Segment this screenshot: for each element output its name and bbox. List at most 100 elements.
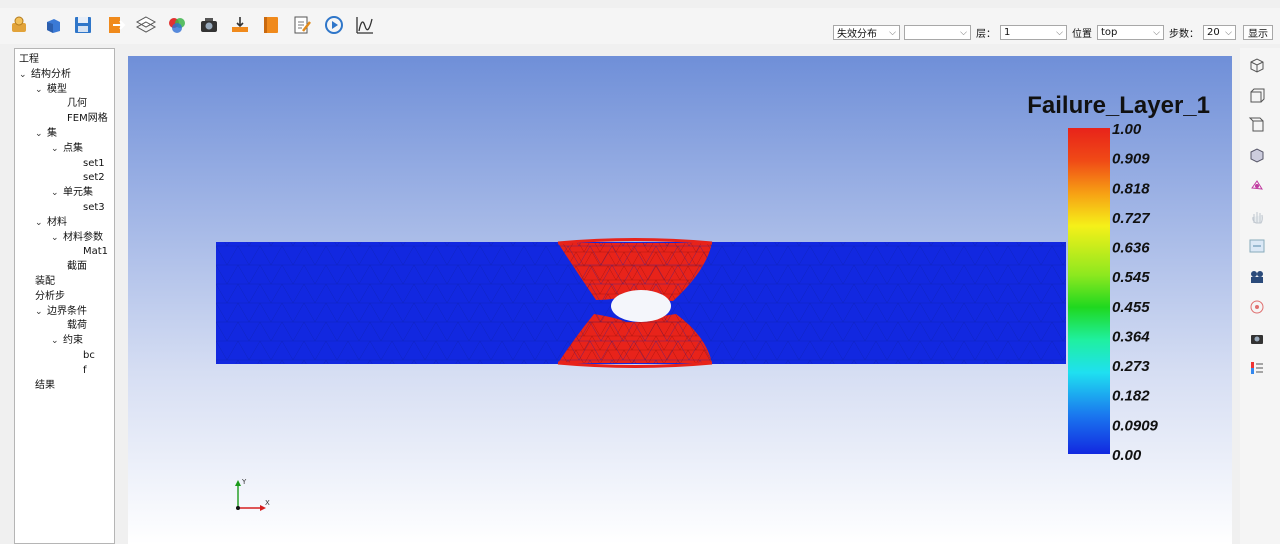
main-toolbar: 失效分布 ⌵ ⌵ 层： 1 ⌵ 位置 top ⌵ 步数： 20 ⌵ 显示 bbox=[0, 8, 1280, 44]
tree-item-label: 几何 bbox=[67, 98, 87, 110]
chevron-down-icon: ⌵ bbox=[889, 27, 896, 38]
tree-item[interactable]: set1 bbox=[83, 157, 105, 171]
tree-item[interactable]: bc bbox=[83, 349, 95, 363]
chevron-down-icon: ⌵ bbox=[960, 27, 967, 38]
tree-item[interactable]: set2 bbox=[83, 171, 105, 185]
tree-item-label: 模型 bbox=[47, 83, 67, 95]
cube-icon[interactable] bbox=[41, 13, 65, 37]
legend-tick-label: 0.273 bbox=[1112, 358, 1150, 375]
legend-ticks: 1.00 0.909 0.818 0.727 0.636 0.545 0.455 0.364 0… bbox=[1112, 121, 1159, 464]
view-iso-icon[interactable] bbox=[1246, 54, 1268, 76]
tree-item-label: 截面 bbox=[67, 261, 87, 273]
tree-item[interactable]: ⌄ 结构分析 bbox=[19, 68, 71, 82]
tree-item-label: 边界条件 bbox=[47, 305, 87, 317]
view-front-icon[interactable] bbox=[1246, 85, 1268, 107]
step-label: 步数： bbox=[1169, 29, 1199, 40]
rotate-icon[interactable] bbox=[1246, 174, 1268, 196]
tree-item[interactable]: ⌄ 材料参数 bbox=[51, 231, 103, 245]
tree-item[interactable]: ⌄ 单元集 bbox=[51, 186, 93, 200]
legend-icon[interactable] bbox=[1246, 357, 1268, 379]
tree-item-label: Mat1 bbox=[83, 246, 109, 258]
camera-icon[interactable] bbox=[197, 13, 221, 37]
chevron-down-icon[interactable]: ⌄ bbox=[35, 216, 47, 230]
position-select[interactable]: top ⌵ bbox=[1097, 25, 1164, 40]
material-icon[interactable] bbox=[165, 13, 189, 37]
tree-item[interactable]: FEM网格 bbox=[67, 112, 108, 126]
open-icon[interactable] bbox=[7, 13, 31, 37]
result-type-value: 失效分布 bbox=[837, 29, 877, 40]
pan-icon[interactable] bbox=[1246, 205, 1268, 227]
chevron-down-icon[interactable]: ⌄ bbox=[51, 334, 63, 348]
step-select[interactable]: 20 ⌵ bbox=[1203, 25, 1236, 40]
chevron-down-icon[interactable]: ⌄ bbox=[19, 68, 31, 82]
tree-item[interactable]: 几何 bbox=[67, 97, 87, 111]
tree-item-label: 分析步 bbox=[35, 290, 65, 302]
display-button[interactable]: 显示 bbox=[1243, 25, 1273, 40]
legend-tick-label: 0.636 bbox=[1112, 240, 1150, 257]
legend-tick-label: 0.364 bbox=[1112, 328, 1150, 345]
play-icon[interactable] bbox=[322, 13, 346, 37]
tree-item[interactable]: 分析步 bbox=[35, 290, 65, 304]
tree-item[interactable]: 结果 bbox=[35, 379, 55, 393]
tree-item-label: 工程 bbox=[19, 54, 39, 65]
legend-tick-label: 0.818 bbox=[1112, 180, 1150, 197]
tree-item-label: FEM网格 bbox=[67, 113, 108, 125]
tree-item[interactable]: ⌄ 点集 bbox=[51, 142, 83, 156]
chevron-down-icon[interactable]: ⌄ bbox=[51, 186, 63, 200]
view-shaded-icon[interactable] bbox=[1246, 144, 1268, 166]
edit-icon[interactable] bbox=[290, 13, 314, 37]
layer-select[interactable]: 1 ⌵ bbox=[1000, 25, 1067, 40]
camera-icon[interactable] bbox=[1246, 265, 1268, 287]
position-label: 位置 bbox=[1072, 29, 1092, 40]
view-sidebar bbox=[1240, 48, 1280, 544]
tree-item[interactable]: ⌄ 约束 bbox=[51, 334, 83, 348]
record-icon[interactable] bbox=[1246, 296, 1268, 318]
chevron-down-icon[interactable]: ⌄ bbox=[51, 231, 63, 245]
axis-triad: Y X bbox=[235, 478, 270, 511]
chevron-down-icon: ⌵ bbox=[1056, 27, 1063, 38]
tree-item-label: 单元集 bbox=[63, 187, 93, 199]
chevron-down-icon[interactable]: ⌄ bbox=[35, 127, 47, 141]
save-icon[interactable] bbox=[71, 13, 95, 37]
view-top-icon[interactable] bbox=[1246, 114, 1268, 136]
tree-item[interactable]: set3 bbox=[83, 201, 105, 215]
legend-tick-label: 0.0909 bbox=[1112, 417, 1159, 434]
tree-item-label: 集 bbox=[47, 128, 57, 139]
tree-item[interactable]: ⌄ 材料 bbox=[35, 216, 67, 230]
tree-item[interactable]: ⌄ 模型 bbox=[35, 83, 67, 97]
tree-item[interactable]: 载荷 bbox=[67, 319, 87, 333]
load-icon[interactable] bbox=[228, 13, 252, 37]
axis-x-label: X bbox=[265, 499, 270, 507]
curve-icon[interactable] bbox=[353, 13, 377, 37]
result-type-select[interactable]: 失效分布 ⌵ bbox=[833, 25, 900, 40]
legend-tick-label: 0.00 bbox=[1112, 447, 1142, 464]
screenshot-icon[interactable] bbox=[1246, 327, 1268, 349]
fit-icon[interactable] bbox=[1246, 235, 1268, 257]
tree-item-label: 约束 bbox=[63, 335, 83, 347]
layers-icon[interactable] bbox=[134, 13, 158, 37]
tree-item[interactable]: ⌄ 集 bbox=[35, 127, 57, 141]
legend-tick-label: 0.455 bbox=[1112, 299, 1150, 316]
axis-y-label: Y bbox=[241, 478, 247, 486]
tree-item[interactable]: ⌄ 边界条件 bbox=[35, 305, 87, 319]
tree-item-label: 结构分析 bbox=[31, 68, 71, 80]
tree-item-label: 材料参数 bbox=[63, 231, 103, 243]
tree-item[interactable]: 工程 bbox=[19, 53, 39, 67]
legend-tick-label: 1.00 bbox=[1112, 121, 1142, 138]
layer-label: 层： bbox=[976, 29, 996, 40]
tree-item-label: 点集 bbox=[63, 142, 83, 154]
export-icon[interactable] bbox=[103, 13, 127, 37]
tree-item-label: set3 bbox=[83, 202, 105, 213]
chevron-down-icon[interactable]: ⌄ bbox=[35, 305, 47, 319]
tree-item[interactable]: f bbox=[83, 364, 87, 378]
chevron-down-icon[interactable]: ⌄ bbox=[35, 83, 47, 97]
step-value: 20 bbox=[1207, 27, 1220, 38]
tree-item[interactable]: 截面 bbox=[67, 260, 87, 274]
book-icon[interactable] bbox=[259, 13, 283, 37]
tree-item[interactable]: 装配 bbox=[35, 275, 55, 289]
tree-item[interactable]: Mat1 bbox=[83, 245, 108, 259]
chevron-down-icon[interactable]: ⌄ bbox=[51, 142, 63, 156]
layer-value: 1 bbox=[1004, 27, 1011, 38]
component-select[interactable]: ⌵ bbox=[904, 25, 971, 40]
3d-viewport[interactable]: Failure_Layer_1 1.00 0.909 0.818 0.727 0.636… bbox=[128, 56, 1232, 544]
